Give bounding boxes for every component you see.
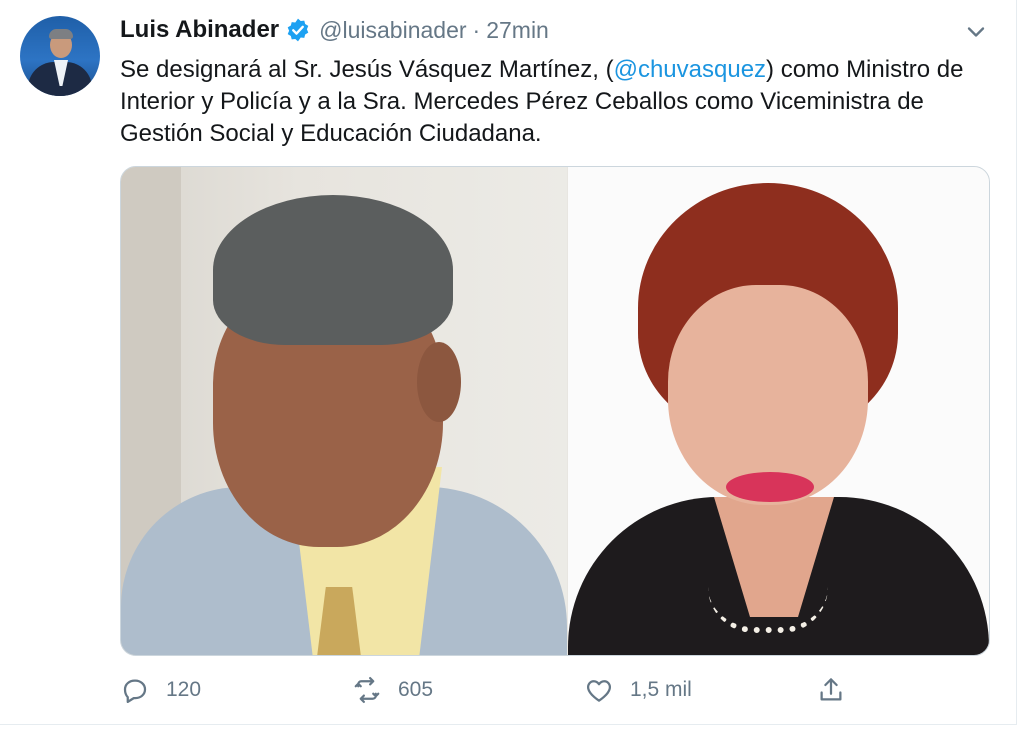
author-avatar[interactable] xyxy=(20,16,100,96)
tweet-text: Se designará al Sr. Jesús Vásquez Martín… xyxy=(120,54,990,150)
retweet-count: 605 xyxy=(398,678,434,701)
mention-link[interactable]: @chuvasquez xyxy=(614,56,766,83)
retweet-icon xyxy=(354,677,380,703)
photo-hair xyxy=(213,195,453,345)
avatar-hair xyxy=(49,29,73,39)
photo-woman[interactable] xyxy=(568,167,989,655)
photo-lips xyxy=(726,472,814,502)
header-separator: · xyxy=(472,16,481,43)
tweet-text-part-1: Se designará al Sr. Jesús Vásquez Martín… xyxy=(120,56,614,83)
photo-man[interactable] xyxy=(121,167,567,655)
author-name[interactable]: Luis Abinader xyxy=(120,16,279,44)
like-button[interactable]: 1,5 mil xyxy=(584,672,692,708)
heart-icon xyxy=(586,680,612,702)
retweet-button[interactable]: 605 xyxy=(352,672,433,708)
tweet-header: Luis Abinader @luisabinader · 27min xyxy=(120,14,549,46)
tweet-timestamp[interactable]: 27min xyxy=(486,17,549,44)
tweet-media[interactable] xyxy=(120,166,990,656)
verified-badge-icon xyxy=(287,18,309,42)
author-handle[interactable]: @luisabinader xyxy=(319,17,466,44)
reply-count: 120 xyxy=(166,678,202,701)
photo-ear xyxy=(417,342,461,422)
like-count: 1,5 mil xyxy=(630,678,692,701)
share-button[interactable] xyxy=(816,672,846,708)
share-icon xyxy=(820,678,842,701)
tweet-actions: 120 605 1,5 mil xyxy=(120,672,860,708)
tweet-card[interactable]: Luis Abinader @luisabinader · 27min Se d… xyxy=(0,0,1017,725)
reply-icon xyxy=(123,679,147,703)
chevron-down-icon[interactable] xyxy=(962,18,990,46)
reply-button[interactable]: 120 xyxy=(120,672,201,708)
